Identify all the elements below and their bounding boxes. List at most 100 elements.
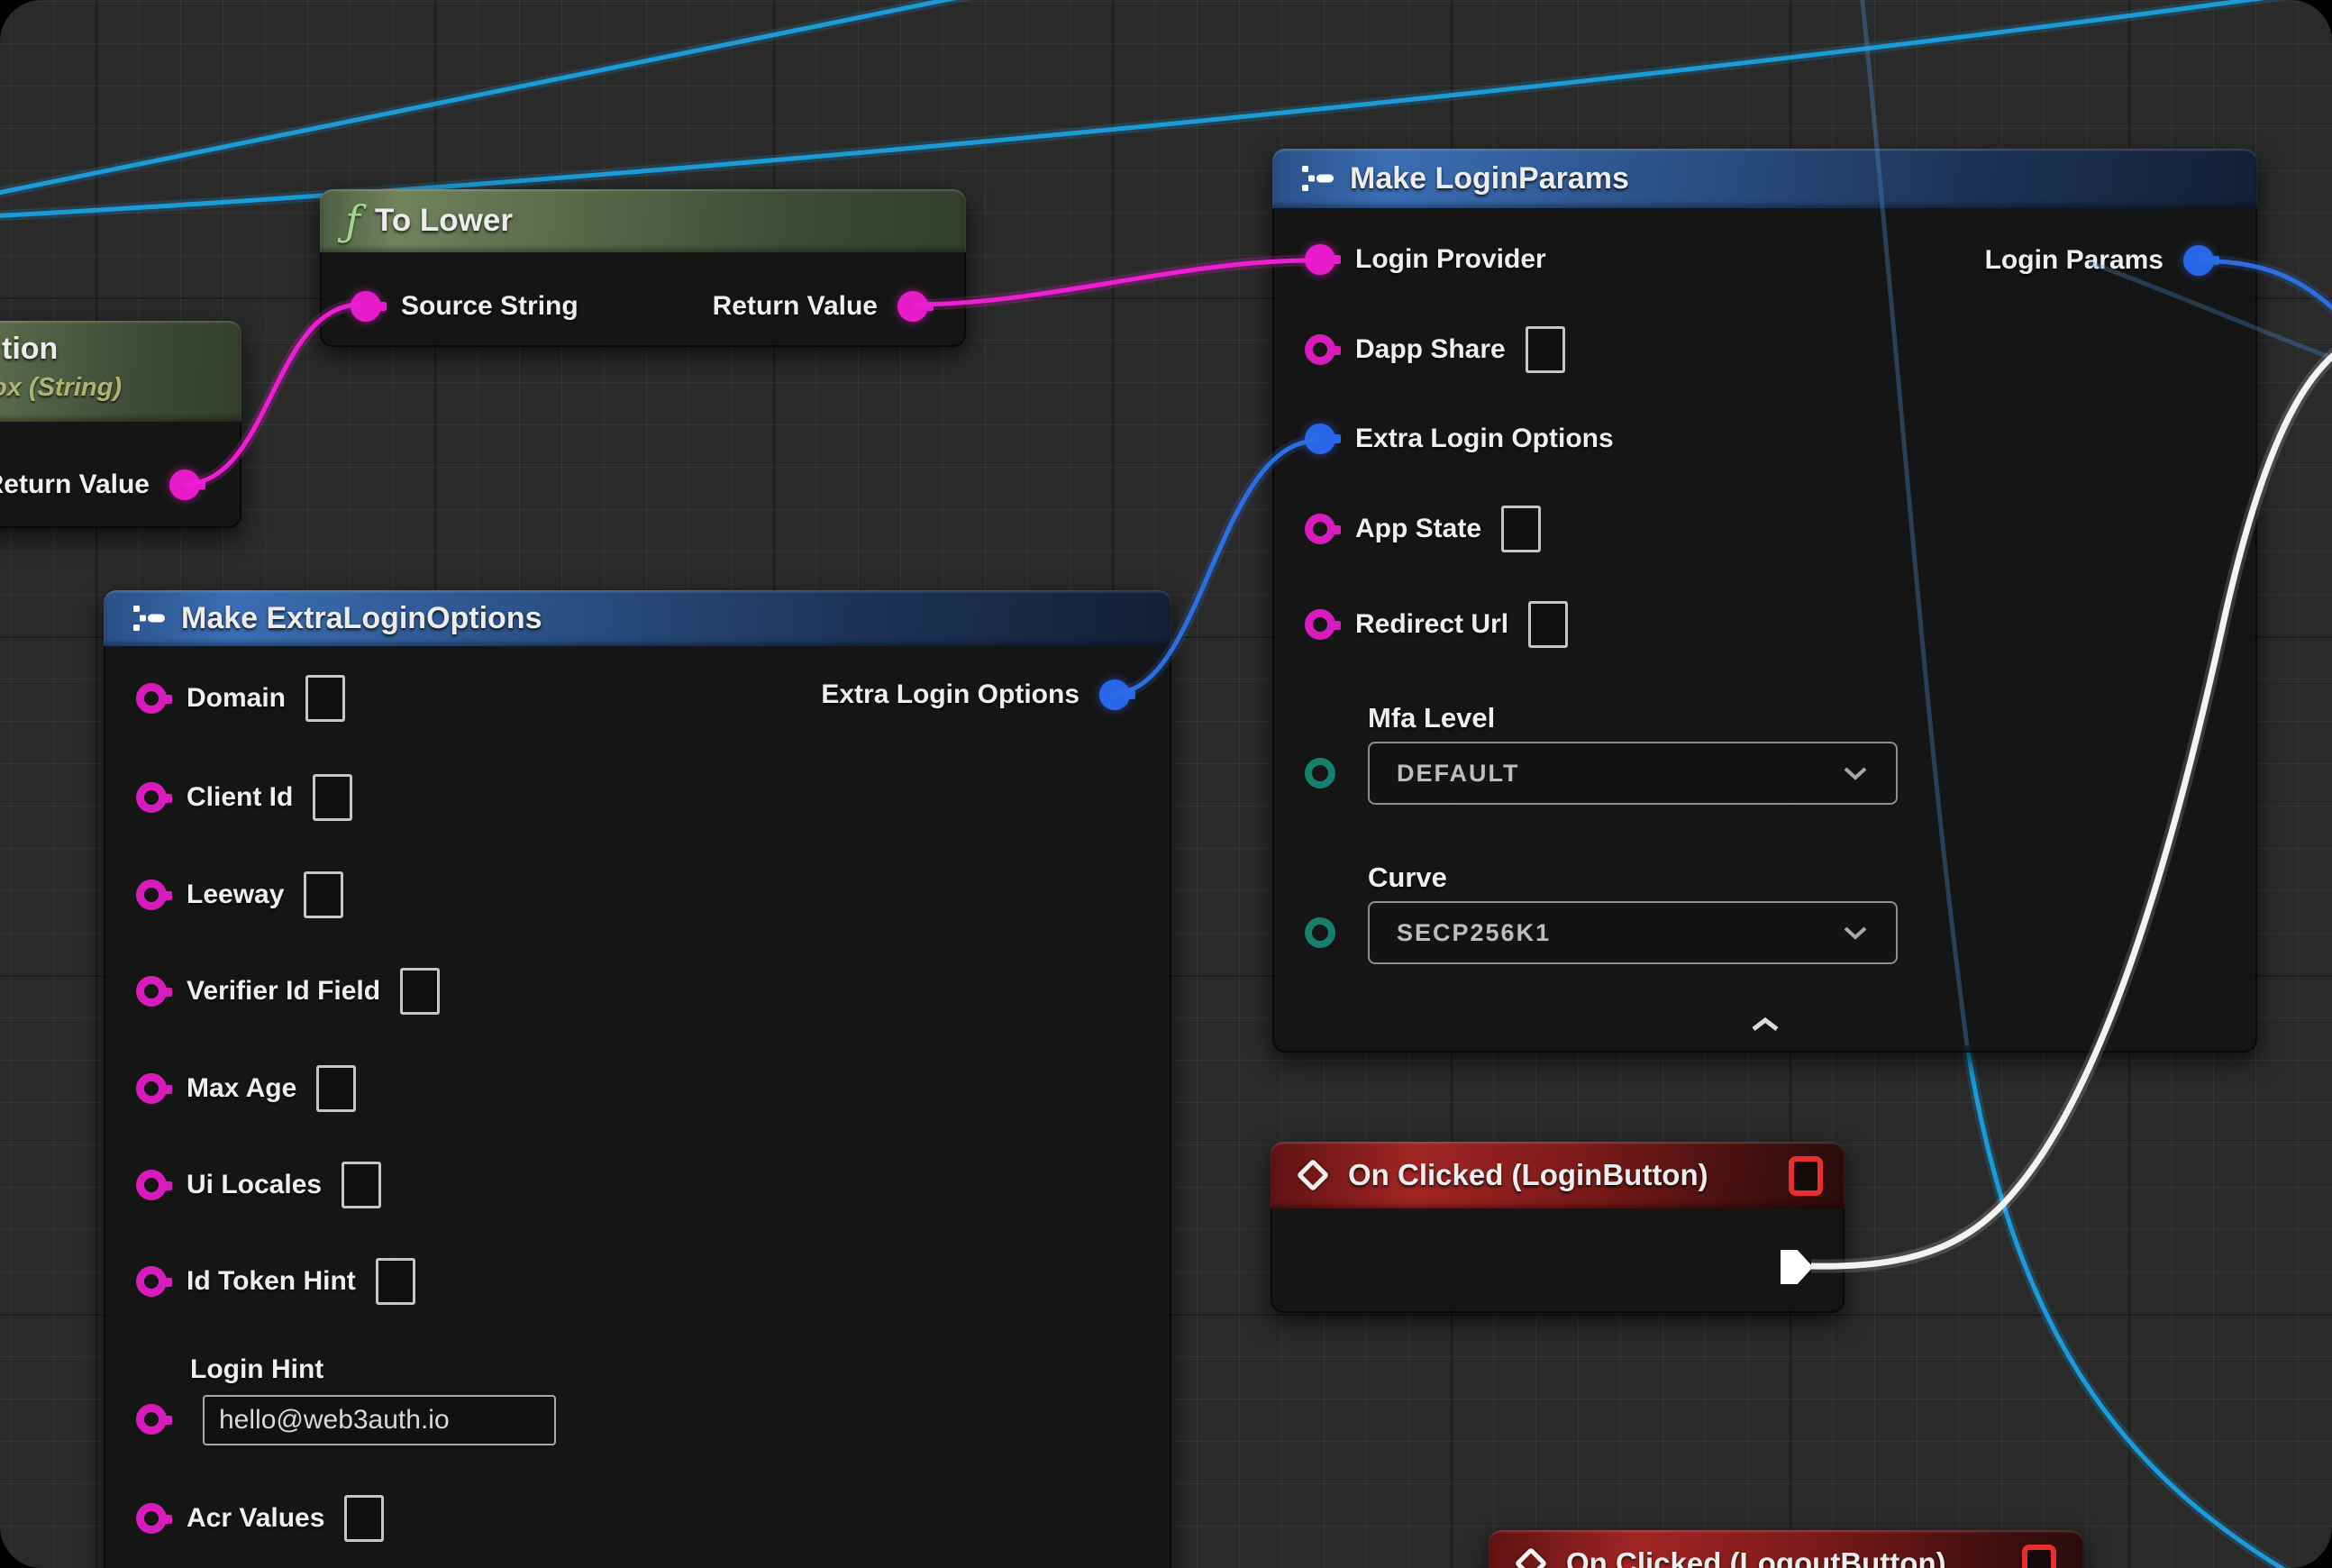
curve-value: SECP256K1: [1397, 919, 1551, 947]
verifier-id-field-label: Verifier Id Field: [187, 976, 380, 1007]
extra-login-options-in-pin[interactable]: [1305, 424, 1335, 454]
domain-checkbox[interactable]: [305, 675, 345, 722]
pin-row: Dapp Share: [1272, 326, 1565, 373]
return-value-pin[interactable]: [169, 469, 200, 500]
chevron-down-icon: [1842, 765, 1869, 781]
redirect-url-label: Redirect Url: [1355, 609, 1508, 640]
node-title-fragment: tion: [2, 332, 58, 367]
wire-cyan-3-glow: [1967, 1045, 2293, 1568]
redirect-url-pin[interactable]: [1305, 609, 1335, 640]
node-header[interactable]: tion ox (String): [0, 321, 241, 422]
function-icon: ƒ: [345, 200, 360, 242]
acr-values-label: Acr Values: [187, 1503, 324, 1534]
pin-row: Leeway: [104, 871, 343, 918]
output-pin-row: Return Value: [713, 283, 966, 330]
node-get-text-partial[interactable]: tion ox (String) Return Value: [0, 321, 241, 528]
output-pin-row: Extra Login Options: [821, 671, 1171, 718]
make-struct-icon: [131, 603, 167, 634]
id-token-hint-pin[interactable]: [136, 1266, 167, 1297]
node-to-lower[interactable]: ƒ To Lower Source String Return Value: [320, 189, 966, 347]
wire-cyan-1-glow: [0, 0, 989, 195]
pin-row: Client Id: [104, 774, 352, 821]
return-value-label: Return Value: [713, 291, 878, 322]
node-header[interactable]: ƒ To Lower: [320, 189, 966, 252]
pin-row: Extra Login Options: [1272, 415, 1614, 462]
return-value-label: Return Value: [0, 469, 150, 500]
node-on-clicked-logout-button[interactable]: On Clicked (LogoutButton): [1489, 1530, 2083, 1568]
acr-values-checkbox[interactable]: [344, 1495, 384, 1542]
mfa-level-label: Mfa Level: [1368, 702, 1495, 734]
leeway-label: Leeway: [187, 880, 284, 910]
chevron-down-icon: [1842, 925, 1869, 941]
extra-login-options-in-label: Extra Login Options: [1355, 424, 1614, 454]
node-make-login-params[interactable]: Make LoginParams Login Params Login Prov…: [1272, 149, 2257, 1053]
delegate-pin-icon[interactable]: [2022, 1545, 2056, 1568]
pin-row: Max Age: [104, 1065, 356, 1112]
login-hint-input[interactable]: [203, 1395, 556, 1445]
exec-output-pin[interactable]: [1781, 1250, 1813, 1284]
node-title: On Clicked (LoginButton): [1348, 1158, 1708, 1192]
login-provider-pin[interactable]: [1305, 244, 1335, 275]
dapp-share-checkbox[interactable]: [1526, 326, 1565, 373]
event-diamond-icon: [1297, 1159, 1330, 1192]
node-header[interactable]: Make ExtraLoginOptions: [104, 590, 1171, 646]
blueprint-canvas[interactable]: tion ox (String) Return Value ƒ To Lower…: [0, 0, 2332, 1568]
return-value-pin[interactable]: [897, 291, 928, 322]
node-subtitle-fragment: ox (String): [0, 373, 122, 403]
leeway-checkbox[interactable]: [304, 871, 343, 918]
verifier-id-field-pin[interactable]: [136, 976, 167, 1007]
app-state-checkbox[interactable]: [1501, 506, 1541, 552]
curve-label: Curve: [1368, 861, 1447, 894]
pin-row: Id Token Hint: [104, 1258, 415, 1305]
node-title: Make ExtraLoginOptions: [181, 601, 542, 636]
event-diamond-icon: [1515, 1547, 1548, 1568]
wire-magenta-2: [913, 260, 1311, 305]
mfa-level-pin[interactable]: [1305, 758, 1335, 789]
domain-pin[interactable]: [136, 683, 167, 714]
max-age-pin[interactable]: [136, 1073, 167, 1104]
app-state-label: App State: [1355, 514, 1481, 544]
node-title: To Lower: [375, 203, 513, 239]
ui-locales-label: Ui Locales: [187, 1170, 322, 1200]
wire-cyan-1: [0, 0, 989, 195]
max-age-label: Max Age: [187, 1073, 296, 1104]
source-string-pin[interactable]: [351, 291, 381, 322]
collapse-node-button[interactable]: [1745, 1012, 1785, 1040]
pin-row: Domain: [104, 675, 345, 722]
login-params-out-pin[interactable]: [2183, 245, 2214, 276]
client-id-checkbox[interactable]: [313, 774, 352, 821]
mfa-level-dropdown[interactable]: DEFAULT: [1368, 742, 1898, 805]
curve-dropdown[interactable]: SECP256K1: [1368, 901, 1898, 964]
client-id-pin[interactable]: [136, 782, 167, 813]
node-header[interactable]: Make LoginParams: [1272, 149, 2257, 208]
redirect-url-checkbox[interactable]: [1528, 601, 1568, 648]
login-provider-label: Login Provider: [1355, 244, 1546, 275]
input-pin-row: Source String: [320, 283, 578, 330]
id-token-hint-checkbox[interactable]: [376, 1258, 415, 1305]
chevron-up-icon: [1749, 1016, 1781, 1034]
node-make-extra-login-options[interactable]: Make ExtraLoginOptions Extra Login Optio…: [104, 590, 1171, 1568]
login-hint-pin[interactable]: [136, 1404, 167, 1435]
max-age-checkbox[interactable]: [316, 1065, 356, 1112]
login-params-out-label: Login Params: [1985, 245, 2163, 276]
output-pin-row: Return Value: [0, 461, 241, 508]
node-header[interactable]: On Clicked (LogoutButton): [1489, 1530, 2083, 1568]
verifier-id-field-checkbox[interactable]: [400, 968, 440, 1015]
pin-row: Ui Locales: [104, 1162, 381, 1208]
app-state-pin[interactable]: [1305, 514, 1335, 544]
extra-login-options-out-pin[interactable]: [1099, 679, 1130, 710]
wire-cyan-3: [1967, 1045, 2293, 1568]
dapp-share-pin[interactable]: [1305, 334, 1335, 365]
leeway-pin[interactable]: [136, 880, 167, 910]
curve-pin[interactable]: [1305, 917, 1335, 948]
node-title: On Clicked (LogoutButton): [1566, 1546, 1946, 1568]
acr-values-pin[interactable]: [136, 1503, 167, 1534]
pin-row: App State: [1272, 506, 1541, 552]
pin-row: Acr Values: [104, 1495, 384, 1542]
wire-magenta-2-glow: [913, 260, 1311, 305]
node-on-clicked-login-button[interactable]: On Clicked (LoginButton): [1271, 1142, 1845, 1313]
node-header[interactable]: On Clicked (LoginButton): [1271, 1142, 1845, 1208]
ui-locales-checkbox[interactable]: [342, 1162, 381, 1208]
ui-locales-pin[interactable]: [136, 1170, 167, 1200]
delegate-pin-icon[interactable]: [1789, 1156, 1823, 1196]
